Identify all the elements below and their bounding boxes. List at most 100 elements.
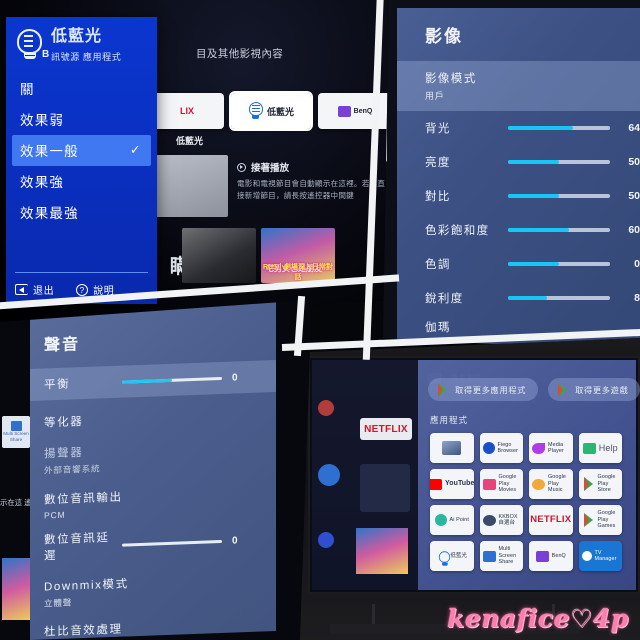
- tv-leg-left: [372, 604, 375, 624]
- app-tile-tv-manager[interactable]: TV Manager: [578, 541, 622, 571]
- rail-netflix-tile[interactable]: NETFLIX: [360, 418, 412, 440]
- apps-grid: Fiego Browser Media Player Help YouTube …: [418, 426, 636, 571]
- panel-subtitle: 訊號源 應用程式: [51, 51, 122, 62]
- quadrant-apps-screen: NETFLIX 隨看電視 取得更多應用程式: [300, 338, 640, 640]
- watermark: kenafice♡4p: [447, 604, 629, 633]
- media-player-icon: [532, 442, 545, 454]
- option-off[interactable]: 關: [6, 73, 157, 104]
- app-tile-play-movies[interactable]: Google Play Movies: [479, 469, 523, 499]
- option-normal[interactable]: 效果一般 ✓: [12, 134, 151, 166]
- lightbulb-icon: B: [15, 29, 49, 62]
- setting-row-sharpness[interactable]: 銳利度 8: [397, 281, 640, 315]
- tv-manager-icon: [581, 551, 592, 561]
- benq-icon: [535, 550, 549, 562]
- get-more-games-button[interactable]: 取得更多遊戲: [548, 378, 640, 401]
- setting-row-backlight[interactable]: 背光 64: [397, 111, 640, 145]
- panel-title: 低藍光: [51, 28, 103, 45]
- rail-thumbnail[interactable]: [356, 528, 408, 574]
- play-circle-icon: [237, 162, 246, 172]
- app-tile-youtube[interactable]: YouTube: [430, 469, 474, 499]
- background-headline: 目及其他影視內容: [196, 48, 284, 60]
- picture-mode-value: 用戶: [425, 91, 445, 101]
- exit-button[interactable]: 退出: [15, 282, 54, 297]
- app-tile-screen-share[interactable]: Multi Screen Share: [479, 541, 523, 571]
- setting-row-contrast[interactable]: 對比 50: [397, 179, 640, 213]
- play-music-icon: [532, 478, 545, 490]
- contrast-slider[interactable]: [508, 194, 610, 198]
- apps-overlay-panel: 取得更多應用程式 取得更多遊戲 應用程式 Fiego Browser Media…: [418, 360, 640, 590]
- backlight-slider[interactable]: [508, 126, 610, 130]
- aipoint-icon: [434, 514, 447, 526]
- question-mark-icon: ?: [76, 283, 89, 296]
- rail-card[interactable]: [360, 464, 410, 512]
- clapperboard-thumbnail: [150, 155, 228, 217]
- app-tile-kkbox[interactable]: KKBOX 自選台: [479, 505, 523, 535]
- back-arrow-icon: [15, 284, 28, 295]
- app-tile-help[interactable]: Help: [578, 433, 622, 463]
- quadrant-picture-settings: Multi Screen Share 影像 影像模式 用戶 背光 64 亮度 5…: [383, 0, 640, 352]
- background-thumbnail: [2, 558, 30, 620]
- setting-row-saturation[interactable]: 色彩飽和度 60: [397, 213, 640, 247]
- option-strong[interactable]: 效果強: [6, 166, 157, 197]
- youtube-icon: [430, 478, 442, 490]
- audio-delay-slider[interactable]: [122, 539, 222, 547]
- sharpness-slider[interactable]: [508, 296, 610, 300]
- option-weak[interactable]: 效果弱: [6, 104, 157, 135]
- lightbulb-icon: [438, 550, 450, 565]
- tv-frame: NETFLIX 隨看電視 取得更多應用程式: [308, 356, 640, 594]
- rail-icon-3[interactable]: [318, 532, 334, 548]
- app-tile-play-games[interactable]: Google Play Games: [578, 505, 622, 535]
- app-tile-aipoint[interactable]: Ai Point: [430, 505, 474, 535]
- help-icon: [582, 442, 596, 454]
- kkbox-icon: [482, 514, 496, 526]
- app-tile-play-music[interactable]: Google Play Music: [529, 469, 573, 499]
- play-movies-icon: [482, 478, 496, 490]
- app-tile-benq[interactable]: BenQ: [529, 541, 573, 571]
- home-tile-low-blue-light[interactable]: 低藍光: [229, 91, 313, 131]
- rail-icon-2[interactable]: [318, 464, 340, 486]
- saturation-slider[interactable]: [508, 228, 610, 232]
- picture-panel-title: 影像: [425, 27, 463, 46]
- thumbnail-video[interactable]: 宅男女也是朋友一 RU5小劇場深入日常對話: [261, 228, 335, 283]
- play-games-icon: [582, 513, 595, 527]
- store-buttons: 取得更多應用程式 取得更多遊戲: [418, 360, 640, 401]
- low-blue-light-panel: B 低藍光 訊號源 應用程式 關 效果弱 效果一般 ✓ 效果強 效果最強 退出 …: [6, 17, 157, 304]
- tv-icon: [442, 441, 462, 455]
- play-store-icon: [582, 477, 595, 491]
- home-tile-netflix[interactable]: LIX: [150, 93, 224, 129]
- home-thumbnail-row: 宅男女也是朋友一 RU5小劇場深入日常對話: [182, 228, 335, 283]
- browser-icon: [482, 442, 495, 454]
- app-tile-play-store[interactable]: Google Play Store: [578, 469, 622, 499]
- sound-settings-panel: 聲音 平衡 0 等化器 揚聲器 外部音響系統 數位音訊輸出 PCM 數位音訊延遲…: [30, 300, 276, 640]
- brightness-slider[interactable]: [508, 160, 610, 164]
- check-icon: ✓: [129, 142, 142, 158]
- hue-slider[interactable]: [508, 262, 610, 266]
- balance-slider[interactable]: [122, 376, 222, 384]
- app-tile-netflix[interactable]: NETFLIX: [529, 505, 573, 535]
- thumbnail-eye[interactable]: [182, 228, 256, 283]
- screenshot-collage: 目及其他影視內容 LIX 低藍光 BenQ Multi Screen Share: [0, 0, 640, 640]
- quadrant-sound-settings: Multi Screen Share 示在這 遙控器 聲音 平衡 0 等化器 揚…: [0, 300, 310, 640]
- option-strongest[interactable]: 效果最強: [6, 197, 157, 228]
- multi-screen-share-tile[interactable]: Multi Screen Share: [2, 416, 30, 448]
- app-tile-media-player[interactable]: Media Player: [529, 433, 573, 463]
- picture-mode-row[interactable]: 影像模式 用戶: [397, 61, 640, 111]
- play-next-body: 電影和電視節目會自動顯示在這裡。若要直接新增節目，請長按遙控器中間鍵: [237, 179, 386, 200]
- home-tile-caption: 低藍光: [176, 136, 204, 146]
- home-app-tile-row: LIX 低藍光 BenQ Multi Screen Share: [150, 91, 392, 131]
- home-tile-benq[interactable]: BenQ: [318, 93, 392, 129]
- screen-share-icon: [10, 421, 22, 432]
- rail-icon-1[interactable]: [318, 400, 334, 416]
- app-tile-tv[interactable]: [430, 433, 474, 463]
- lightbulb-icon: [248, 101, 264, 121]
- app-tile-browser[interactable]: Fiego Browser: [479, 433, 523, 463]
- get-more-apps-button[interactable]: 取得更多應用程式: [428, 378, 539, 401]
- apps-section-header: 應用程式: [430, 415, 469, 425]
- play-next-title: 接著播放: [251, 163, 290, 174]
- app-tile-low-blue-light[interactable]: 低藍光: [430, 541, 474, 571]
- setting-row-brightness[interactable]: 亮度 50: [397, 145, 640, 179]
- google-play-games-icon: [556, 382, 569, 397]
- picture-settings-panel: 影像 影像模式 用戶 背光 64 亮度 50 對比 50 色彩飽和度 60 色調…: [397, 8, 640, 352]
- setting-row-hue[interactable]: 色調 0: [397, 247, 640, 281]
- quadrant-low-blue-light: 目及其他影視內容 LIX 低藍光 BenQ Multi Screen Share: [0, 0, 392, 322]
